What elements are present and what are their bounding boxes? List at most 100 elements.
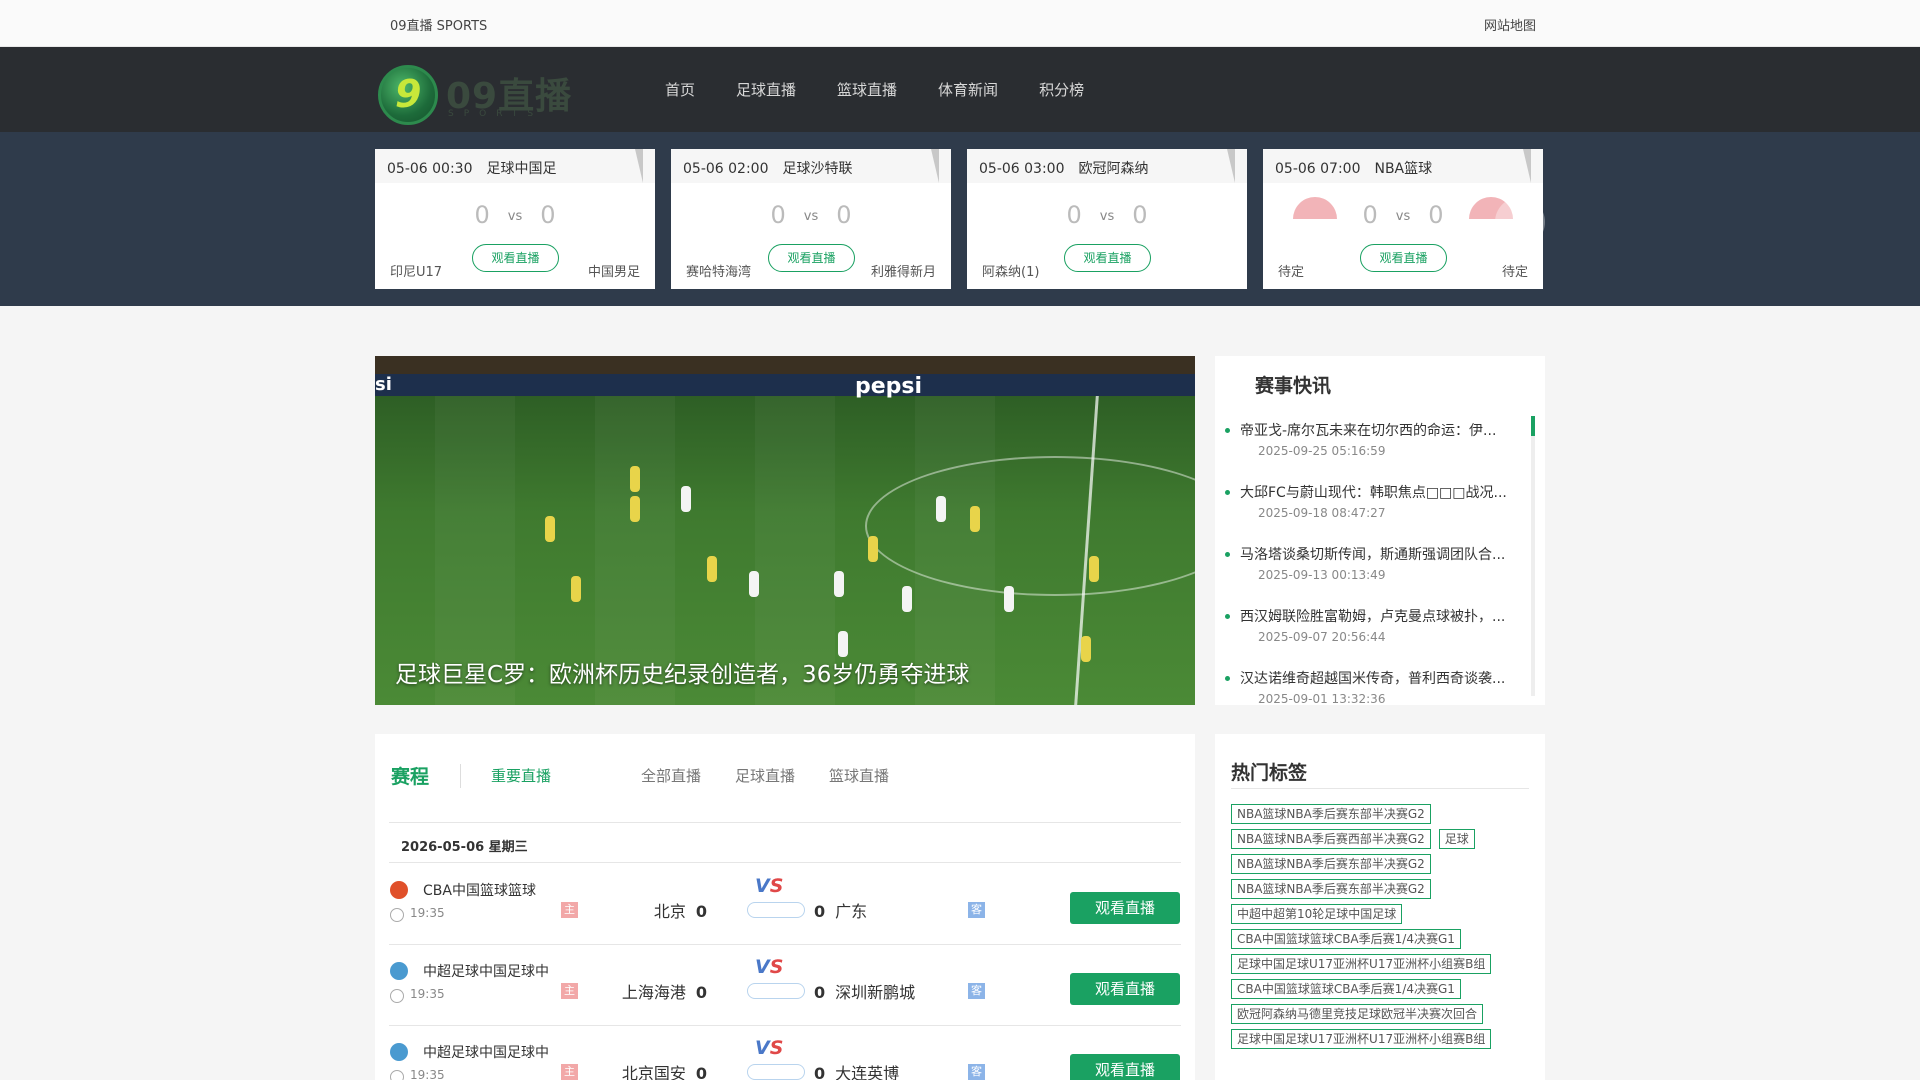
hot-tag[interactable]: NBA篮球NBA季后赛西部半决赛G2 [1231, 829, 1431, 849]
nav-item-football-live[interactable]: 足球直播 [736, 79, 796, 100]
news-date: 2025-09-01 13:32:36 [1258, 692, 1386, 705]
site-logo[interactable]: 9 09直播 SPORTS [378, 63, 588, 125]
tab-all-live[interactable]: 全部直播 [641, 765, 701, 786]
home-badge: 主 [561, 902, 578, 918]
match-time: 19:35 [410, 1068, 445, 1080]
hot-tag[interactable]: NBA篮球NBA季后赛东部半决赛G2 [1231, 879, 1431, 899]
watch-live-button[interactable]: 观看直播 [1064, 244, 1151, 272]
match-time: 05-06 03:00 [979, 161, 1065, 177]
main-nav: 9 09直播 SPORTS 首页 足球直播 篮球直播 体育新闻 积分榜 [0, 47, 1920, 132]
divider [389, 822, 1181, 823]
match-time: 19:35 [410, 987, 445, 1001]
hot-tags-panel: 热门标签 NBA篮球NBA季后赛东部半决赛G2 NBA篮球NBA季后赛西部半决赛G… [1215, 734, 1545, 1080]
news-title[interactable]: 大邱FC与蔚山现代：韩职焦点□□□战况... [1240, 482, 1525, 502]
divider [460, 764, 461, 788]
player-figure [868, 536, 878, 562]
watch-live-button[interactable]: 观看直播 [1070, 1054, 1180, 1080]
away-badge: 客 [968, 1064, 985, 1080]
tab-football-live[interactable]: 足球直播 [735, 765, 795, 786]
news-panel: 赛事快讯 帝亚戈-席尔瓦未来在切尔西的命运：伊... 2025-09-25 05:… [1215, 356, 1545, 705]
vs-icon: VS [755, 875, 784, 897]
player-figure [630, 496, 640, 522]
hot-tag[interactable]: 足球中国足球U17亚洲杯U17亚洲杯小组赛B组 [1231, 954, 1492, 974]
carousel-prev-arrow-icon[interactable]: ‹ [377, 197, 427, 247]
bullet-dot-icon [1225, 676, 1230, 681]
player-figure [1080, 636, 1091, 662]
watch-live-button[interactable]: 观看直播 [1070, 973, 1180, 1005]
player-figure [630, 466, 640, 492]
match-time: 05-06 02:00 [683, 161, 769, 177]
watch-live-button[interactable]: 观看直播 [1360, 244, 1447, 272]
score-bar [747, 1064, 805, 1080]
site-brand[interactable]: 09直播 SPORTS [390, 15, 487, 34]
player-figure [570, 576, 581, 602]
news-title[interactable]: 帝亚戈-席尔瓦未来在切尔西的命运：伊... [1240, 420, 1525, 440]
news-scrollbar-thumb[interactable] [1531, 416, 1535, 436]
hero-caption[interactable]: 足球巨星C罗：欧洲杯历史纪录创造者，36岁仍勇夺进球 [395, 655, 969, 689]
schedule-row: CBA中国篮球篮球 19:35 主 北京 0 VS 0 广东 客 观看直播 [375, 864, 1195, 944]
news-panel-title: 赛事快讯 [1255, 375, 1332, 397]
hot-tag[interactable]: 足球中国足球U17亚洲杯U17亚洲杯小组赛B组 [1231, 1029, 1492, 1049]
away-badge: 客 [968, 902, 985, 918]
league-name: 中超足球中国足球中 [423, 1045, 549, 1061]
nav-item-home[interactable]: 首页 [665, 79, 695, 100]
tab-basketball-live[interactable]: 篮球直播 [829, 765, 889, 786]
match-time: 05-06 00:30 [387, 161, 473, 177]
carousel-next-arrow-icon[interactable]: › [1495, 197, 1545, 247]
corner-ribbon-icon [931, 149, 939, 183]
logo-ball-icon: 9 [378, 65, 438, 125]
home-team: 北京 0 [653, 902, 707, 921]
home-team: 印尼U17 [390, 265, 443, 280]
news-date: 2025-09-18 08:47:27 [1258, 506, 1386, 520]
player-figure [1089, 556, 1099, 582]
away-team: 0 广东 [814, 902, 868, 921]
home-team: 待定 [1278, 265, 1305, 280]
away-team: 待定 [1501, 265, 1528, 280]
match-card-header: 05-06 00:30 足球中国足 [375, 149, 655, 183]
sitemap-link[interactable]: 网站地图 [1484, 15, 1536, 34]
watch-live-button[interactable]: 观看直播 [1070, 892, 1180, 924]
player-figure [902, 586, 912, 612]
match-title: 足球沙特联 [782, 161, 853, 177]
nav-item-basketball-live[interactable]: 篮球直播 [837, 79, 897, 100]
away-badge: 客 [968, 983, 985, 999]
watch-live-button[interactable]: 观看直播 [768, 244, 855, 272]
news-title[interactable]: 西汉姆联险胜富勒姆，卢克曼点球被扑，... [1240, 606, 1525, 626]
home-badge: 主 [561, 1064, 578, 1080]
clock-icon [390, 908, 404, 922]
league-icon [390, 1043, 408, 1061]
hot-tag[interactable]: NBA篮球NBA季后赛东部半决赛G2 [1231, 854, 1431, 874]
hot-tag[interactable]: NBA篮球NBA季后赛东部半决赛G2 [1231, 804, 1431, 824]
home-team: 北京国安 0 [621, 1064, 707, 1080]
match-card-header: 05-06 03:00 欧冠阿森纳 [967, 149, 1247, 183]
nav-item-sports-news[interactable]: 体育新闻 [938, 79, 998, 100]
match-title: NBA篮球 [1374, 161, 1433, 177]
match-carousel: 05-06 00:30 足球中国足 0 vs 0 观看直播 印尼U17 中国男足 05-06 0… [0, 132, 1920, 306]
hot-tag[interactable]: 欧冠阿森纳马德里竞技足球欧冠半决赛次回合 [1231, 1004, 1484, 1024]
corner-ribbon-icon [1227, 149, 1235, 183]
news-title[interactable]: 马洛塔谈桑切斯传闻，斯通斯强调团队合... [1240, 544, 1525, 564]
vs-icon: VS [755, 956, 784, 978]
watch-live-button[interactable]: 观看直播 [472, 244, 559, 272]
hot-tag[interactable]: 中超中超第10轮足球中国足球 [1231, 904, 1403, 924]
hot-tag[interactable]: CBA中国篮球篮球CBA季后赛1/4决赛G1 [1231, 979, 1461, 999]
schedule-row: 中超足球中国足球中 19:35 主 上海海港 0 VS 0 深圳新鹏城 客 观看直播 [375, 945, 1195, 1025]
tab-important-live[interactable]: 重要直播 [491, 765, 551, 786]
match-card[interactable]: 05-06 02:00 足球沙特联 0 vs 0 观看直播 赛哈特海湾 利雅得新月 [671, 149, 951, 289]
hot-tag[interactable]: 足球 [1438, 829, 1475, 849]
match-card-header: 05-06 02:00 足球沙特联 [671, 149, 951, 183]
news-date: 2025-09-13 00:13:49 [1258, 568, 1386, 582]
news-title[interactable]: 汉达诺维奇超越国米传奇，普利西奇谈袭... [1240, 668, 1525, 688]
nav-item-standings[interactable]: 积分榜 [1039, 79, 1084, 100]
match-card[interactable]: 05-06 03:00 欧冠阿森纳 0 vs 0 观看直播 阿森纳(1) [967, 149, 1247, 289]
hot-tag[interactable]: CBA中国篮球篮球CBA季后赛1/4决赛G1 [1231, 929, 1461, 949]
away-team: 中国男足 [587, 265, 640, 280]
player-figure [970, 506, 980, 532]
home-team: 赛哈特海湾 [686, 265, 752, 280]
hero-banner[interactable]: si pepsi 足球巨星C罗：欧洲杯历史纪录创造者，36岁仍勇夺进球 [375, 356, 1195, 705]
player-figure [1004, 586, 1014, 612]
score-bar [747, 983, 805, 999]
clock-icon [390, 989, 404, 1003]
news-scrollbar[interactable] [1531, 416, 1535, 696]
match-time: 05-06 07:00 [1275, 161, 1361, 177]
